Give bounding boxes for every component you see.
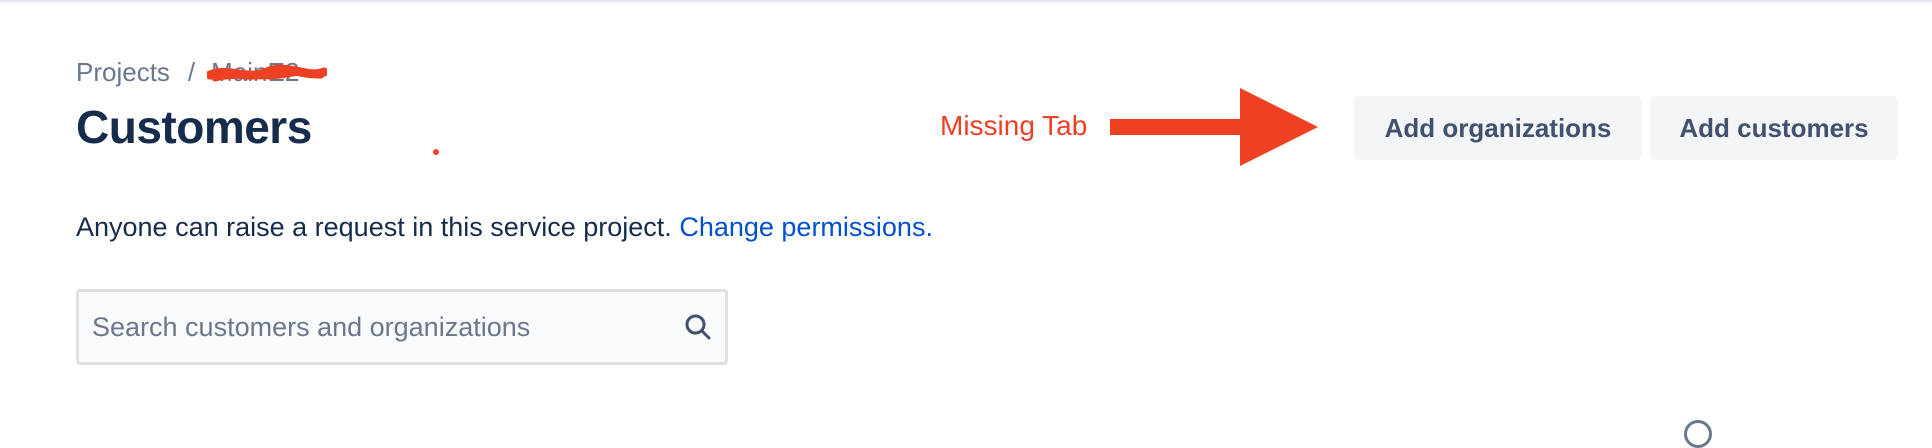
permissions-info: Anyone can raise a request in this servi… — [76, 212, 933, 243]
change-permissions-link[interactable]: Change permissions. — [679, 212, 933, 242]
add-organizations-button[interactable]: Add organizations — [1354, 96, 1642, 160]
search-input[interactable] — [79, 292, 639, 362]
top-nav-shadow — [0, 0, 1932, 4]
annotation-dot — [433, 149, 439, 155]
arrow-right-icon — [1110, 88, 1318, 166]
help-icon[interactable] — [1684, 420, 1712, 448]
add-customers-button[interactable]: Add customers — [1650, 96, 1898, 160]
search-icon[interactable] — [683, 312, 713, 342]
page-title: Customers — [76, 101, 312, 153]
breadcrumb-projects-link[interactable]: Projects — [76, 57, 170, 88]
search-field[interactable] — [76, 289, 728, 365]
breadcrumb-separator: / — [187, 56, 196, 87]
breadcrumb-project-link[interactable]: MainE2 — [207, 57, 328, 88]
breadcrumb: Projects / MainE2 — [76, 56, 328, 88]
redaction-scribble — [207, 64, 328, 81]
permissions-info-text: Anyone can raise a request in this servi… — [76, 212, 672, 242]
annotation-label: Missing Tab — [940, 110, 1088, 141]
